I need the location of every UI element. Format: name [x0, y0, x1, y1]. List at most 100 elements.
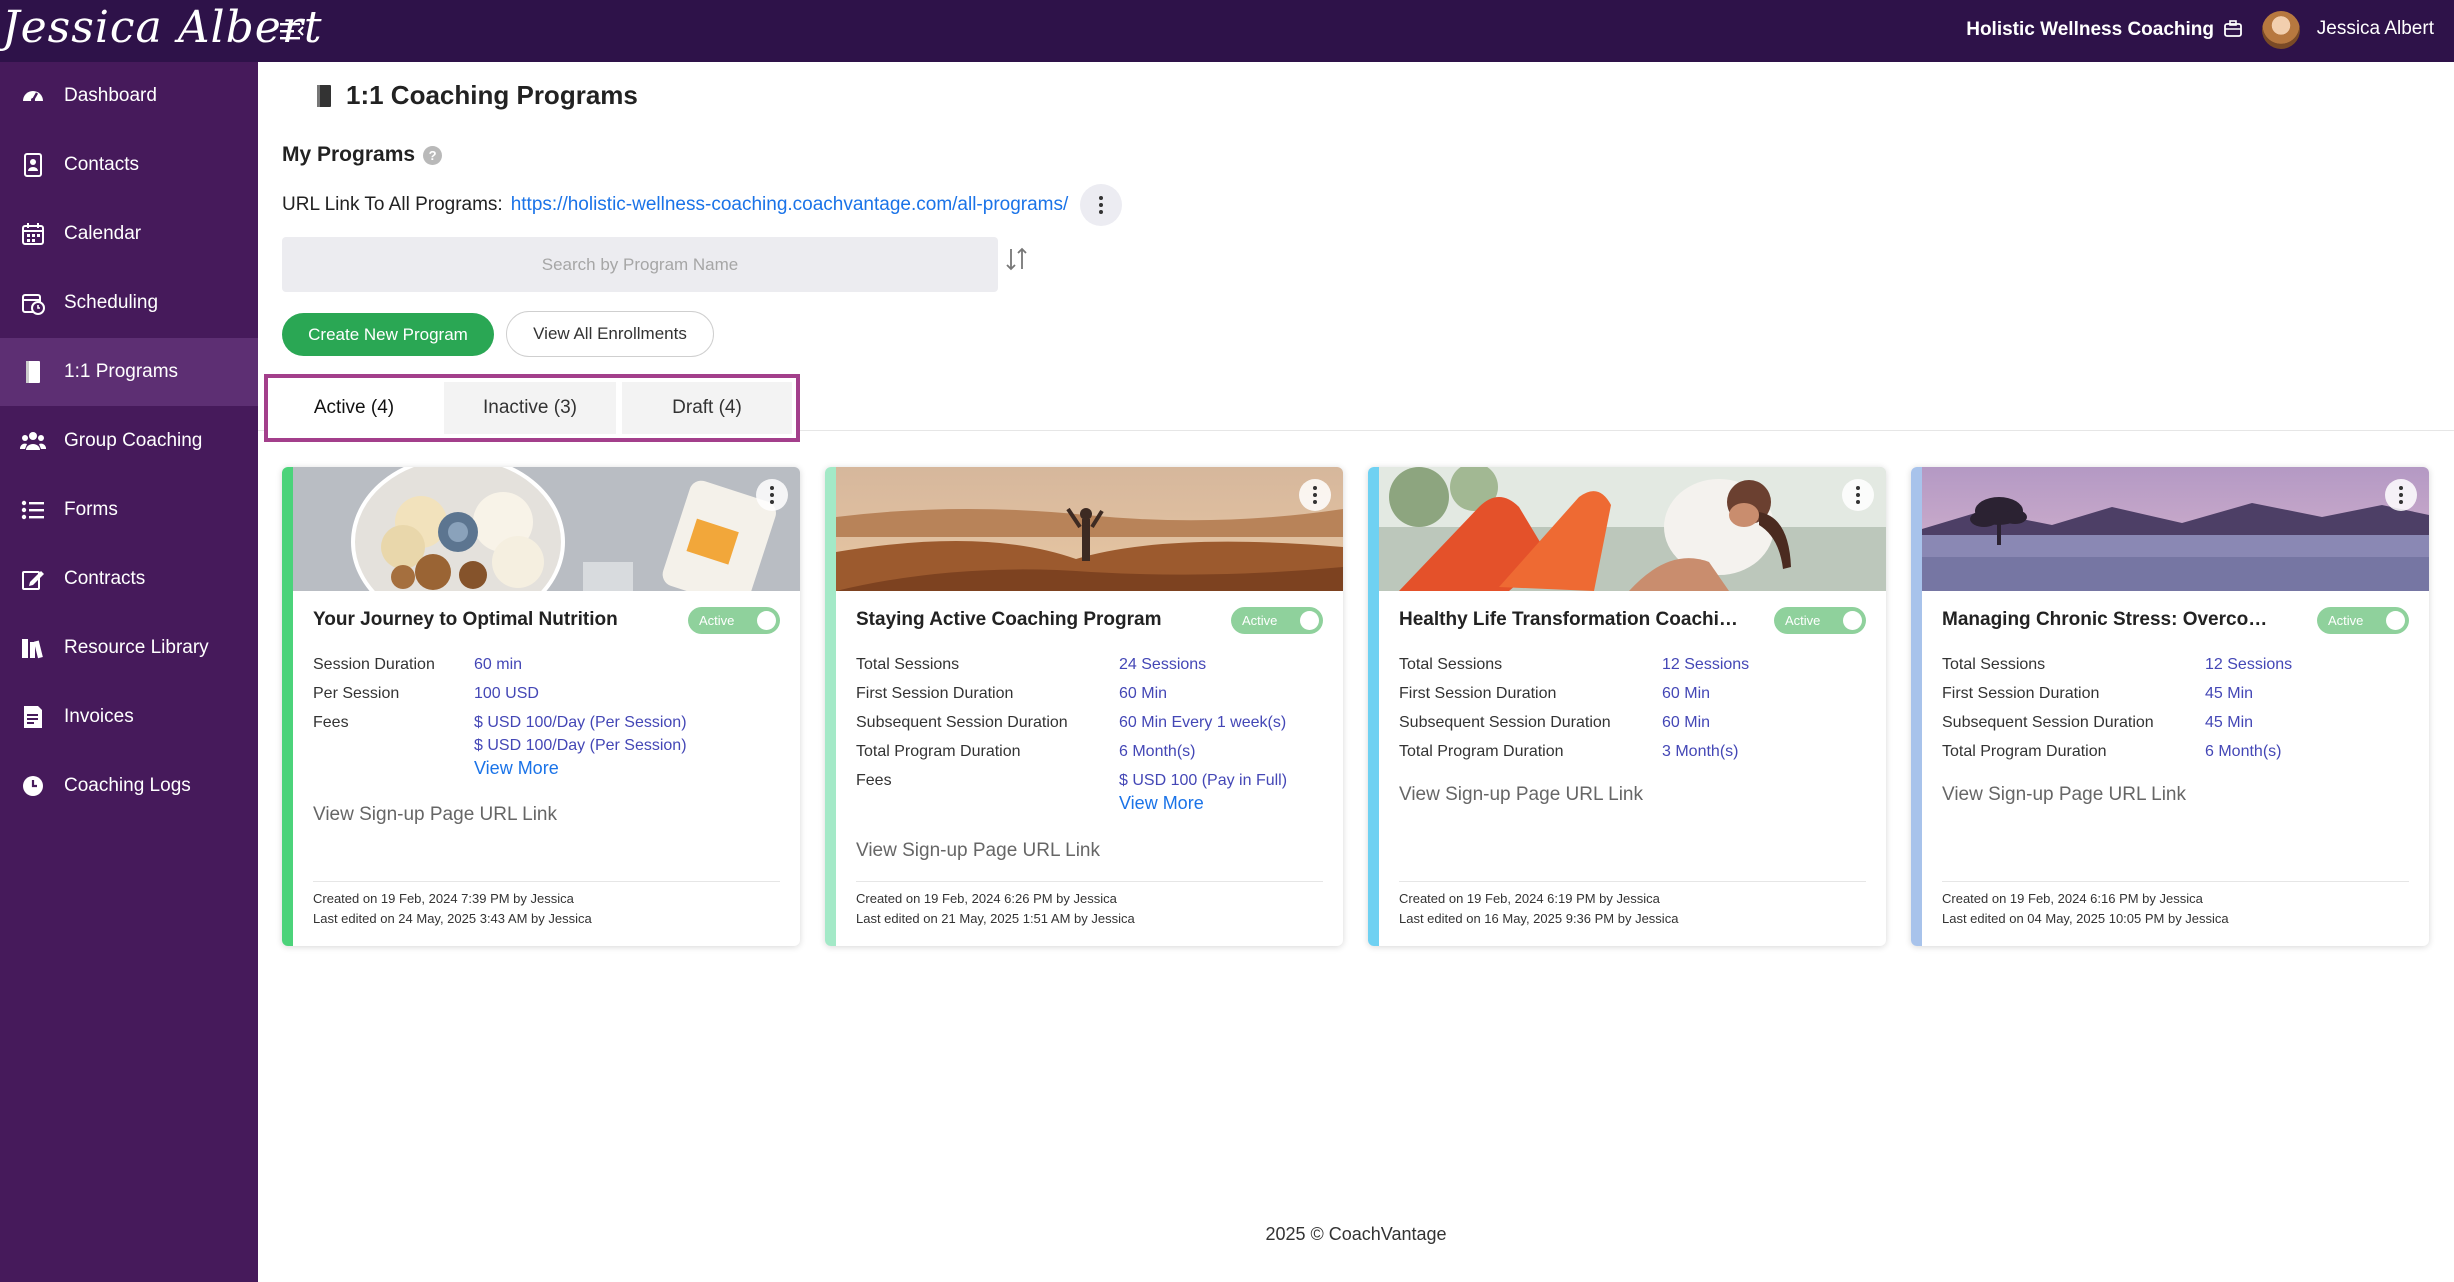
signup-url-link[interactable]: View Sign-up Page URL Link [856, 840, 1100, 862]
sidebar-item-label: Contracts [64, 568, 146, 589]
sort-icon[interactable] [1002, 244, 1032, 274]
avatar[interactable] [2262, 11, 2300, 49]
detail-value: 60 Min [1662, 714, 1711, 731]
programs-url-link[interactable]: https://holistic-wellness-coaching.coach… [511, 194, 1069, 216]
tab-active[interactable]: Active (4) [272, 382, 436, 434]
contact-book-icon [20, 152, 46, 178]
view-enrollments-button[interactable]: View All Enrollments [506, 311, 714, 357]
detail-value: 45 Min [2205, 685, 2254, 702]
program-card[interactable]: Staying Active Coaching Program Active T… [825, 467, 1343, 946]
view-more-link[interactable]: View More [1119, 791, 1287, 815]
program-image[interactable] [836, 467, 1343, 591]
status-toggle[interactable]: Active [2317, 607, 2409, 634]
section-title-text: My Programs [282, 143, 416, 166]
detail-value: 6 Month(s) [2205, 743, 2282, 760]
sidebar-item-label: Scheduling [64, 292, 159, 313]
create-program-button[interactable]: Create New Program [282, 313, 494, 356]
detail-value: 45 Min [2205, 714, 2254, 731]
card-accent [1911, 467, 1922, 946]
sidebar-item-dashboard[interactable]: Dashboard [0, 62, 258, 130]
sidebar-item-contacts[interactable]: Contacts [0, 131, 258, 199]
tab-inactive[interactable]: Inactive (3) [444, 382, 616, 434]
status-toggle[interactable]: Active [1231, 607, 1323, 634]
signup-url-link[interactable]: View Sign-up Page URL Link [313, 804, 557, 826]
sidebar-item-programs[interactable]: 1:1 Programs [0, 338, 258, 406]
sidebar-item-label: Dashboard [64, 85, 157, 106]
sidebar-item-calendar[interactable]: Calendar [0, 200, 258, 268]
signature-icon [20, 566, 46, 592]
program-card[interactable]: Your Journey to Optimal Nutrition Active… [282, 467, 800, 946]
program-title[interactable]: Your Journey to Optimal Nutrition [313, 609, 653, 631]
sidebar-item-invoices[interactable]: Invoices [0, 683, 258, 751]
program-image[interactable] [1379, 467, 1886, 591]
program-title[interactable]: Staying Active Coaching Program [856, 609, 1196, 631]
sidebar-item-label: 1:1 Programs [64, 361, 179, 382]
sidebar-item-resource-library[interactable]: Resource Library [0, 614, 258, 682]
menu-toggle-icon[interactable] [276, 16, 306, 46]
page-title-text: 1:1 Coaching Programs [346, 80, 638, 110]
briefcase-icon[interactable] [2223, 19, 2243, 39]
top-bar: Jessica Albert Holistic Wellness Coachin… [0, 0, 2454, 62]
detail-label: First Session Duration [856, 685, 1014, 702]
sidebar-item-scheduling[interactable]: Scheduling [0, 269, 258, 337]
sidebar-item-label: Group Coaching [64, 430, 203, 451]
footer: 2025 © CoachVantage [1265, 1224, 1447, 1244]
sidebar: Dashboard Contacts Calendar Scheduling 1… [0, 62, 258, 1282]
card-menu-icon[interactable] [2385, 479, 2417, 511]
program-card[interactable]: Healthy Life Transformation Coaching Pro… [1368, 467, 1886, 946]
signup-url-link[interactable]: View Sign-up Page URL Link [1399, 784, 1643, 806]
sidebar-item-coaching-logs[interactable]: Coaching Logs [0, 752, 258, 820]
status-toggle[interactable]: Active [688, 607, 780, 634]
detail-value: 12 Sessions [1662, 656, 1750, 673]
card-menu-icon[interactable] [1842, 479, 1874, 511]
program-title[interactable]: Managing Chronic Stress: Overcome Anxiet… [1942, 609, 2282, 631]
created-text: Created on 19 Feb, 2024 6:16 PM by Jessi… [1942, 891, 2203, 906]
logo: Jessica Albert [2, 2, 323, 53]
more-options-icon[interactable] [1080, 184, 1123, 226]
detail-label: Fees [313, 714, 349, 731]
status-toggle[interactable]: Active [1774, 607, 1866, 634]
program-details: Total Sessions 24 Sessions First Session … [856, 655, 1333, 824]
program-title[interactable]: Healthy Life Transformation Coaching Pro… [1399, 609, 1739, 631]
card-menu-icon[interactable] [1299, 479, 1331, 511]
created-text: Created on 19 Feb, 2024 6:26 PM by Jessi… [856, 891, 1117, 906]
tab-draft[interactable]: Draft (4) [622, 382, 792, 434]
user-name[interactable]: Jessica Albert [2317, 18, 2434, 40]
status-label: Active [699, 613, 735, 628]
program-image[interactable] [293, 467, 800, 591]
edited-text: Last edited on 21 May, 2025 1:51 AM by J… [856, 911, 1135, 926]
card-menu-icon[interactable] [756, 479, 788, 511]
sidebar-item-label: Calendar [64, 223, 142, 244]
detail-label: Subsequent Session Duration [1942, 714, 2154, 731]
sidebar-item-label: Contacts [64, 154, 139, 175]
help-icon[interactable]: ? [423, 145, 443, 165]
invoice-icon [20, 704, 46, 730]
program-card[interactable]: Managing Chronic Stress: Overcome Anxiet… [1911, 467, 2429, 946]
detail-label: Subsequent Session Duration [1399, 714, 1611, 731]
detail-value: $ USD 100/Day (Per Session) [474, 737, 687, 754]
detail-label: Total Program Duration [856, 743, 1021, 760]
detail-label: First Session Duration [1399, 685, 1557, 702]
edited-text: Last edited on 16 May, 2025 9:36 PM by J… [1399, 911, 1679, 926]
section-title: My Programs ? [282, 143, 443, 167]
signup-url-link[interactable]: View Sign-up Page URL Link [1942, 784, 2186, 806]
sidebar-item-label: Invoices [64, 706, 134, 727]
detail-value: 60 Min [1119, 685, 1168, 702]
edited-text: Last edited on 24 May, 2025 3:43 AM by J… [313, 911, 592, 926]
detail-label: Total Program Duration [1399, 743, 1564, 760]
detail-label: First Session Duration [1942, 685, 2100, 702]
url-label: URL Link To All Programs: [282, 194, 503, 215]
page-title: 1:1 Coaching Programs [314, 80, 638, 111]
sidebar-item-forms[interactable]: Forms [0, 476, 258, 544]
business-name[interactable]: Holistic Wellness Coaching [1966, 19, 2214, 41]
detail-label: Per Session [313, 685, 400, 702]
programs-url-row: URL Link To All Programs: https://holist… [282, 184, 1123, 226]
view-more-link[interactable]: View More [474, 756, 687, 780]
search-input[interactable] [282, 237, 998, 292]
created-text: Created on 19 Feb, 2024 6:19 PM by Jessi… [1399, 891, 1660, 906]
book-icon [20, 359, 46, 385]
sidebar-item-group-coaching[interactable]: Group Coaching [0, 407, 258, 475]
sidebar-item-contracts[interactable]: Contracts [0, 545, 258, 613]
status-label: Active [2328, 613, 2364, 628]
program-image[interactable] [1922, 467, 2429, 591]
